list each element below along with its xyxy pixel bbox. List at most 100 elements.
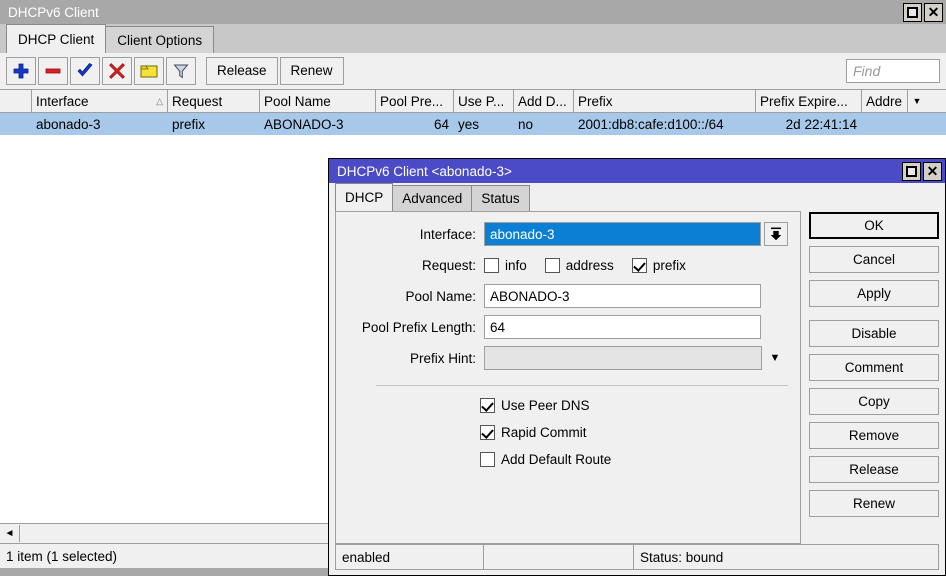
- pool-name-label: Pool Name:: [336, 289, 484, 304]
- column-chooser-button[interactable]: ▼: [908, 90, 926, 112]
- rapid-commit-checkbox[interactable]: [480, 425, 495, 440]
- column-label: Pool Name: [264, 94, 331, 109]
- rapid-commit-label[interactable]: Rapid Commit: [501, 425, 587, 440]
- request-address-checkbox[interactable]: [545, 258, 560, 273]
- close-button[interactable]: ✕: [924, 3, 943, 22]
- request-prefix-checkbox[interactable]: [632, 258, 647, 273]
- use-peer-dns-label[interactable]: Use Peer DNS: [501, 398, 590, 413]
- find-wrap: Find: [846, 59, 940, 83]
- dialog-restore-button[interactable]: [902, 162, 921, 181]
- disable-button[interactable]: [102, 57, 132, 85]
- main-window-title: DHCPv6 Client: [8, 5, 903, 20]
- column-label: Prefix Expire...: [760, 94, 848, 109]
- column-label: Pool Pre...: [380, 94, 443, 109]
- dialog-titlebar[interactable]: DHCPv6 Client <abonado-3> ✕: [329, 159, 945, 183]
- use-peer-dns-row: Use Peer DNS: [480, 398, 788, 413]
- tab-dhcp[interactable]: DHCP: [335, 183, 393, 211]
- dialog-window-controls: ✕: [902, 162, 945, 181]
- tab-label: DHCP: [345, 190, 383, 205]
- disable-button[interactable]: Disable: [809, 320, 939, 347]
- request-prefix-label[interactable]: prefix: [653, 258, 686, 273]
- close-icon: ✕: [927, 164, 939, 178]
- chevron-down-icon: [769, 226, 783, 242]
- renew-button[interactable]: Renew: [809, 490, 939, 517]
- column-header-use-peer-dns[interactable]: Use P...: [454, 90, 514, 112]
- tab-status[interactable]: Status: [471, 185, 529, 211]
- dialog-close-button[interactable]: ✕: [923, 162, 942, 181]
- status-bound: Status: bound: [634, 545, 938, 569]
- cell-pool-prefix-length: 64: [376, 113, 454, 135]
- button-label: Copy: [858, 394, 890, 409]
- column-header-prefix-expires[interactable]: Prefix Expire...: [756, 90, 862, 112]
- plus-icon: [12, 62, 30, 80]
- column-header-interface[interactable]: Interface △: [32, 90, 168, 112]
- button-label: Comment: [845, 360, 904, 375]
- add-default-route-label[interactable]: Add Default Route: [501, 452, 611, 467]
- use-peer-dns-checkbox[interactable]: [480, 398, 495, 413]
- tab-label: Advanced: [402, 191, 462, 206]
- column-label: Use P...: [458, 94, 504, 109]
- interface-label: Interface:: [336, 227, 484, 242]
- remove-button[interactable]: Remove: [809, 422, 939, 449]
- button-label: Disable: [851, 326, 896, 341]
- column-header-pool-name[interactable]: Pool Name: [260, 90, 376, 112]
- dhcp-form-panel: Interface: abonado-3 Request: info: [335, 211, 801, 544]
- column-label: Request: [172, 94, 222, 109]
- pool-name-input[interactable]: ABONADO-3: [484, 284, 761, 308]
- pool-name-row: Pool Name: ABONADO-3: [336, 284, 788, 308]
- dialog-button-column: OK Cancel Apply Disable Comment Copy: [809, 211, 939, 544]
- add-default-route-checkbox[interactable]: [480, 452, 495, 467]
- button-label: Release: [849, 462, 899, 477]
- prefix-hint-dropdown-button[interactable]: ▼: [762, 352, 788, 364]
- dialog-main: Interface: abonado-3 Request: info: [329, 211, 945, 544]
- main-tabstrip: DHCP Client Client Options: [0, 24, 946, 53]
- cross-icon: [108, 62, 126, 80]
- tab-label: Status: [481, 191, 519, 206]
- pool-prefix-length-input[interactable]: 64: [484, 315, 761, 339]
- column-header-flags[interactable]: [0, 90, 32, 112]
- button-label: OK: [864, 218, 884, 233]
- sort-ascending-icon: △: [156, 96, 163, 107]
- cell-request: prefix: [168, 113, 260, 135]
- column-label: Add D...: [518, 94, 567, 109]
- dialog-title: DHCPv6 Client <abonado-3>: [337, 164, 902, 179]
- funnel-icon: [172, 62, 190, 80]
- comment-button[interactable]: [134, 57, 164, 85]
- table-row[interactable]: abonado-3 prefix ABONADO-3 64 yes no 200…: [0, 113, 946, 135]
- copy-button[interactable]: Copy: [809, 388, 939, 415]
- release-button[interactable]: Release: [809, 456, 939, 483]
- request-info-label[interactable]: info: [505, 258, 527, 273]
- prefix-hint-input[interactable]: [484, 346, 762, 370]
- release-button[interactable]: Release: [206, 57, 278, 85]
- column-label: Prefix: [578, 94, 613, 109]
- interface-input[interactable]: abonado-3: [484, 222, 761, 246]
- tab-client-options[interactable]: Client Options: [105, 26, 214, 53]
- request-info-checkbox[interactable]: [484, 258, 499, 273]
- add-button[interactable]: [6, 57, 36, 85]
- restore-icon: [907, 7, 918, 18]
- scroll-left-icon[interactable]: ◄: [0, 525, 20, 542]
- apply-button[interactable]: Apply: [809, 280, 939, 307]
- cell-interface: abonado-3: [32, 113, 168, 135]
- enable-button[interactable]: [70, 57, 100, 85]
- remove-button[interactable]: [38, 57, 68, 85]
- column-header-pool-prefix-length[interactable]: Pool Pre...: [376, 90, 454, 112]
- column-header-prefix[interactable]: Prefix: [574, 90, 756, 112]
- filter-button[interactable]: [166, 57, 196, 85]
- button-label: Apply: [857, 286, 891, 301]
- renew-button[interactable]: Renew: [280, 57, 344, 85]
- column-header-add-default-route[interactable]: Add D...: [514, 90, 574, 112]
- interface-dropdown-button[interactable]: [764, 222, 788, 246]
- column-header-request[interactable]: Request: [168, 90, 260, 112]
- ok-button[interactable]: OK: [809, 212, 939, 239]
- search-input[interactable]: Find: [846, 59, 940, 83]
- comment-button[interactable]: Comment: [809, 354, 939, 381]
- restore-button[interactable]: [903, 3, 922, 22]
- cell-add-default-route: no: [514, 113, 574, 135]
- button-label: Remove: [849, 428, 899, 443]
- tab-advanced[interactable]: Advanced: [392, 185, 472, 211]
- tab-dhcp-client[interactable]: DHCP Client: [6, 24, 106, 53]
- column-header-address[interactable]: Addre: [862, 90, 908, 112]
- cancel-button[interactable]: Cancel: [809, 246, 939, 273]
- request-address-label[interactable]: address: [566, 258, 614, 273]
